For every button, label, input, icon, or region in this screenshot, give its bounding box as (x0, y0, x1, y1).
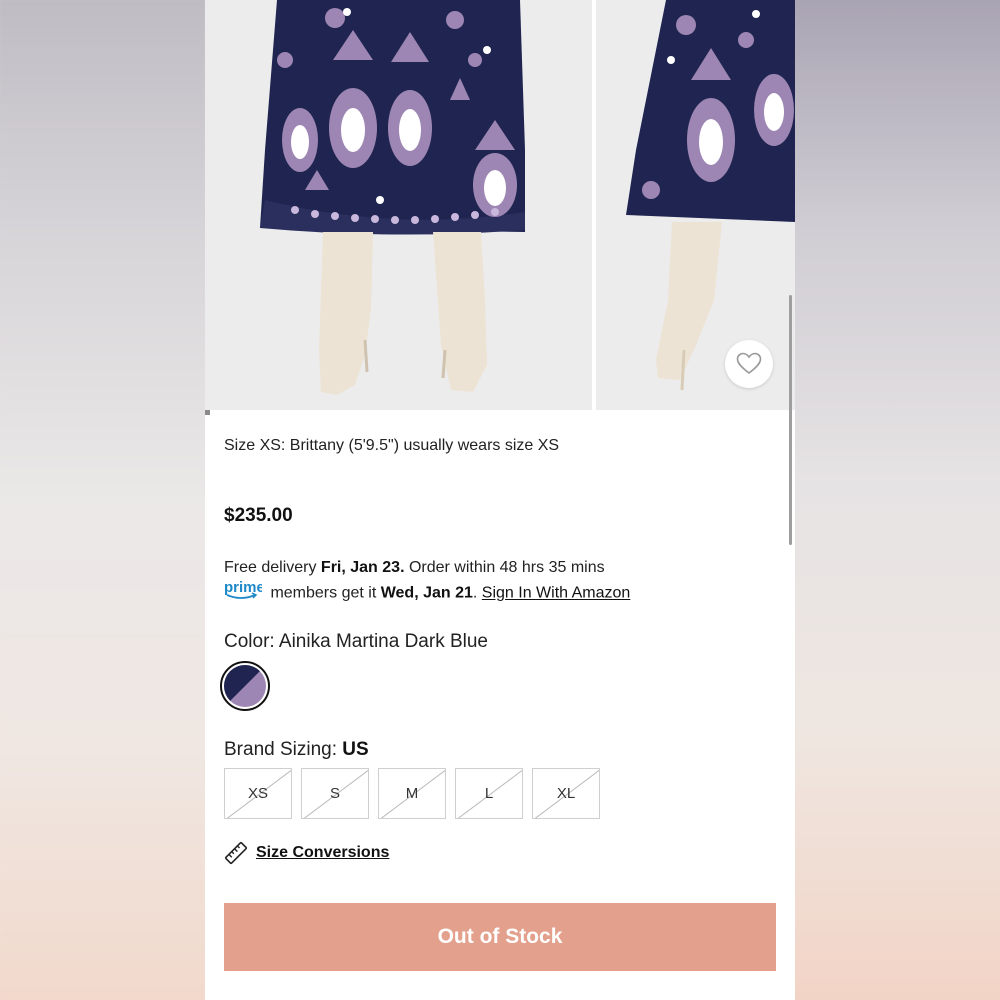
size-option-xl[interactable]: XL (532, 768, 600, 819)
product-page: Size XS: Brittany (5'9.5") usually wears… (205, 0, 795, 1000)
delivery-line-1: Free delivery Fri, Jan 23. Order within … (224, 556, 630, 579)
delivery-info: Free delivery Fri, Jan 23. Order within … (224, 556, 630, 608)
size-option-xs[interactable]: XS (224, 768, 292, 819)
prime-delivery-date: Wed, Jan 21 (380, 584, 473, 602)
size-conversions-label: Size Conversions (256, 844, 390, 861)
blurred-background-right (795, 0, 1000, 1000)
brand-sizing-value: US (342, 739, 369, 760)
brand-sizing-prefix: Brand Sizing: (224, 739, 343, 760)
brand-sizing-label: Brand Sizing: US (224, 739, 369, 761)
size-option-s[interactable]: S (301, 768, 369, 819)
size-label: S (329, 785, 340, 802)
heart-outline-icon (736, 352, 762, 375)
wishlist-button[interactable] (725, 340, 773, 388)
model-fit-note: Size XS: Brittany (5'9.5") usually wears… (224, 437, 560, 454)
product-image-gallery[interactable] (205, 0, 795, 415)
size-label: M (405, 785, 419, 802)
size-label: XS (247, 785, 268, 802)
size-label: XL (556, 785, 576, 802)
sign-in-with-amazon-link[interactable]: Sign In With Amazon (482, 585, 631, 602)
ruler-icon (225, 842, 247, 864)
size-option-l[interactable]: L (455, 768, 523, 819)
color-swatch-selected[interactable] (220, 661, 270, 711)
size-option-m[interactable]: M (378, 768, 446, 819)
scrollbar-thumb[interactable] (789, 295, 792, 545)
order-within-text: Order within 48 hrs 35 mins (404, 559, 605, 576)
product-photo-main[interactable] (205, 0, 592, 410)
prime-logo: prime (224, 578, 265, 607)
delivery-date: Fri, Jan 23. (320, 559, 405, 576)
delivery-prefix: Free delivery (224, 559, 321, 576)
product-price: $235.00 (224, 505, 293, 526)
size-conversions-link[interactable]: Size Conversions (224, 841, 389, 865)
size-label: L (484, 785, 494, 802)
color-swatch-dark-blue (224, 665, 266, 707)
svg-text:prime: prime (224, 579, 262, 596)
separator: . (472, 584, 482, 602)
delivery-line-2: prime members get it Wed, Jan 21. Sign I… (224, 579, 630, 608)
gallery-position-indicator (205, 410, 210, 415)
blurred-background-left (0, 0, 205, 1000)
color-label: Color: Ainika Martina Dark Blue (224, 631, 488, 652)
out-of-stock-button[interactable]: Out of Stock (224, 903, 776, 971)
prime-members-text: members get it (266, 584, 381, 602)
